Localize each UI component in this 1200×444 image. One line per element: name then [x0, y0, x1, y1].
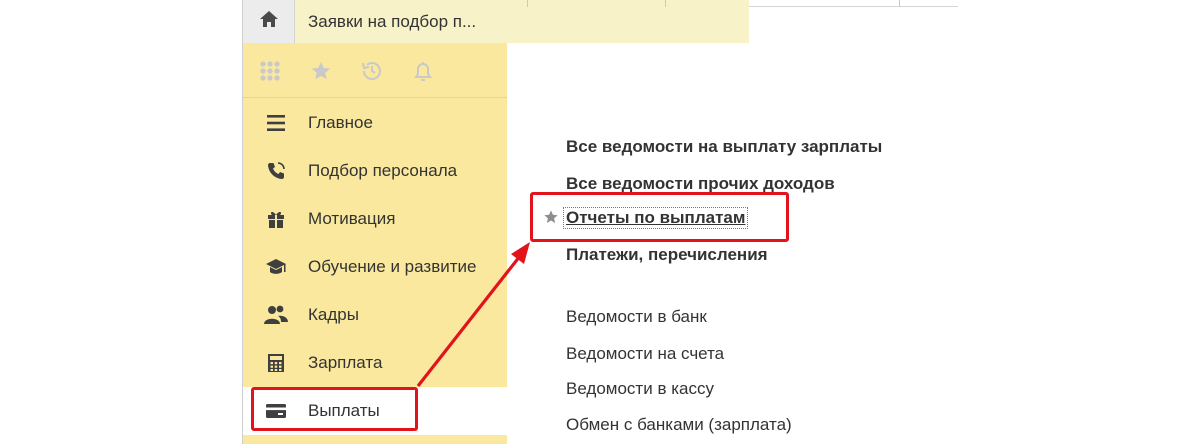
- link-bank-exchange[interactable]: Обмен с банками (зарплата): [566, 415, 792, 435]
- tab-strip-line: [749, 6, 958, 7]
- people-icon: [264, 303, 288, 327]
- history-icon[interactable]: [359, 58, 385, 84]
- sidebar-toolbar: [243, 43, 507, 98]
- link-all-salary-statements[interactable]: Все ведомости на выплату зарплаты: [566, 137, 882, 157]
- sidebar-item-salary[interactable]: Зарплата: [243, 339, 507, 387]
- tab-label: Заявки на подбор п...: [308, 12, 477, 31]
- highlight-box-payment-reports: [530, 192, 789, 242]
- apps-grid-icon[interactable]: [257, 58, 283, 84]
- sidebar-item-label: Кадры: [308, 305, 359, 324]
- sidebar-item-label: Зарплата: [308, 353, 383, 372]
- bell-icon[interactable]: [410, 58, 436, 84]
- calculator-icon: [264, 351, 288, 375]
- sidebar-item-label: Главное: [308, 113, 373, 132]
- star-icon[interactable]: [308, 58, 334, 84]
- sidebar-item-label: Подбор персонала: [308, 161, 458, 180]
- tab-separator: [899, 0, 900, 7]
- link-account-statements[interactable]: Ведомости на счета: [566, 344, 724, 364]
- phone-icon: [264, 159, 288, 183]
- link-cash-statements[interactable]: Ведомости в кассу: [566, 379, 714, 399]
- gift-icon: [264, 207, 288, 231]
- highlight-box-payments: [251, 387, 418, 431]
- sidebar-item-motivation[interactable]: Мотивация: [243, 195, 507, 243]
- tab-active[interactable]: Заявки на подбор п...: [295, 0, 749, 44]
- sidebar-item-personnel[interactable]: Кадры: [243, 291, 507, 339]
- menu-lines-icon: [264, 111, 288, 135]
- tab-bar: Заявки на подбор п...: [243, 0, 958, 44]
- link-bank-statements[interactable]: Ведомости в банк: [566, 307, 707, 327]
- sidebar-item-main[interactable]: Главное: [243, 99, 507, 147]
- section-content: Все ведомости на выплату зарплаты Все ве…: [507, 43, 958, 444]
- sidebar-item-label: Мотивация: [308, 209, 396, 228]
- home-button[interactable]: [243, 0, 295, 44]
- tab-separator: [665, 0, 666, 7]
- link-all-other-income-statements[interactable]: Все ведомости прочих доходов: [566, 174, 835, 194]
- sidebar: Главное Подбор персонала Мотивация Обуче…: [243, 43, 507, 444]
- link-payments-transfers[interactable]: Платежи, перечисления: [566, 245, 768, 265]
- tab-separator: [527, 0, 528, 7]
- sidebar-item-recruitment[interactable]: Подбор персонала: [243, 147, 507, 195]
- sidebar-item-label: Обучение и развитие: [308, 257, 477, 276]
- graduation-cap-icon: [264, 255, 288, 279]
- home-icon: [259, 10, 279, 33]
- sidebar-item-training[interactable]: Обучение и развитие: [243, 243, 507, 291]
